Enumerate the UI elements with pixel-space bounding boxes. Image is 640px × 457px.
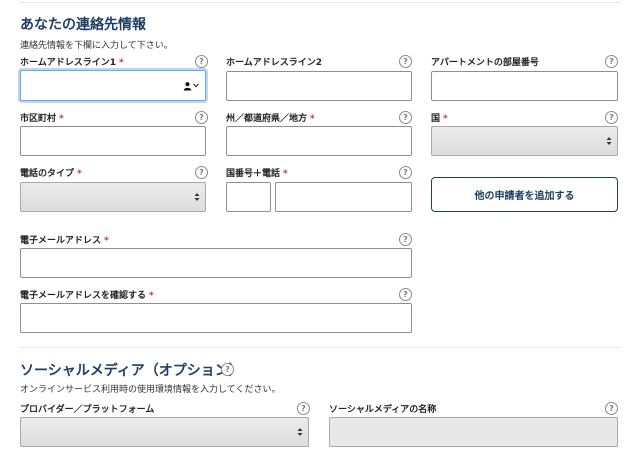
email-confirm-input[interactable] [20,303,412,333]
help-icon[interactable]: ? [605,55,618,68]
phone-type-label: 電話のタイプ * [20,169,82,179]
country-select[interactable] [431,126,618,156]
apartment-input[interactable] [431,71,618,101]
help-icon[interactable]: ? [399,233,412,246]
help-icon[interactable]: ? [399,166,412,179]
required-marker: * [149,291,154,301]
help-icon[interactable]: ? [297,402,310,415]
updown-arrows-icon [297,427,303,437]
required-marker: * [77,169,82,179]
section-divider [20,347,620,348]
help-icon[interactable]: ? [399,55,412,68]
address2-label: ホームアドレスライン2 [226,58,322,68]
help-icon[interactable]: ? [399,111,412,124]
apartment-label: アパートメントの部屋番号 [431,58,539,68]
person-icon[interactable] [183,81,199,90]
phone-label: 国番号＋電話 * [226,169,288,179]
social-section-title: ソーシャルメディア（オプション） [20,363,243,379]
help-icon[interactable]: ? [221,363,234,376]
address1-input[interactable] [20,70,206,101]
required-marker: * [59,114,64,124]
required-marker: * [443,114,448,124]
phone-number-input[interactable] [275,182,412,212]
contact-section-title: あなたの連絡先情報 [20,17,146,33]
state-label: 州／都道府県／地方 * [226,114,315,124]
required-marker: * [119,58,124,68]
social-name-label: ソーシャルメディアの名称 [329,405,437,415]
phone-country-code-input[interactable] [226,182,271,212]
required-marker: * [310,114,315,124]
contact-section-description: 連絡先情報を下欄に入力して下さい。 [20,41,173,51]
platform-select[interactable] [20,417,309,447]
state-input[interactable] [226,126,412,156]
address2-input[interactable] [226,71,412,101]
help-icon[interactable]: ? [399,288,412,301]
social-name-input[interactable] [329,417,618,447]
help-icon[interactable]: ? [195,166,208,179]
email-label: 電子メールアドレス * [20,236,109,246]
country-label: 国 * [431,114,448,124]
help-icon[interactable]: ? [195,111,208,124]
phone-type-select[interactable] [20,182,206,212]
required-marker: * [104,236,109,246]
top-divider [20,2,620,3]
email-confirm-label: 電子メールアドレスを確認する * [20,291,154,301]
updown-arrows-icon [194,192,200,202]
social-section-description: オンラインサービス利用時の使用環境情報を入力してください。 [20,385,281,395]
help-icon[interactable]: ? [195,55,208,68]
help-icon[interactable]: ? [605,111,618,124]
required-marker: * [283,169,288,179]
city-label: 市区町村 * [20,114,64,124]
address1-label: ホームアドレスライン1 * [20,58,124,68]
email-input[interactable] [20,248,412,278]
city-input[interactable] [20,126,206,156]
updown-arrows-icon [606,136,612,146]
help-icon[interactable]: ? [605,402,618,415]
add-applicant-button[interactable]: 他の申請者を追加する [431,177,618,212]
platform-label: プロバイダー／プラットフォーム [20,405,155,415]
